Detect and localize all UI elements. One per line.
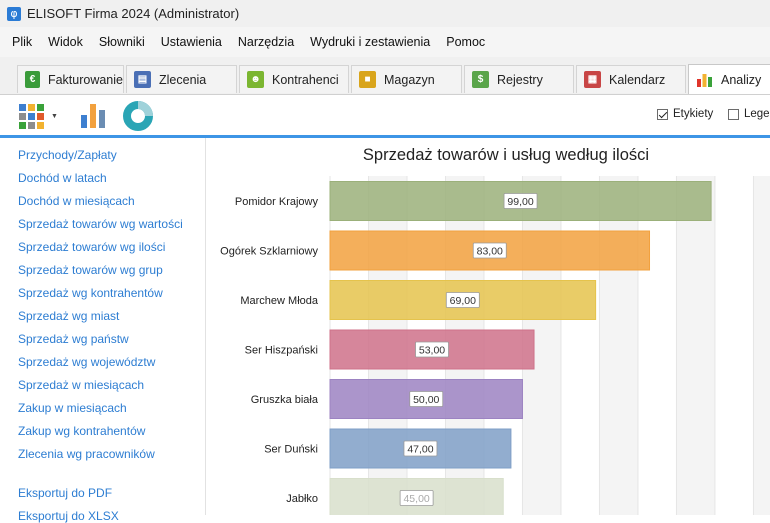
donut-chart-icon [123, 101, 153, 131]
report-link[interactable]: Sprzedaż towarów wg ilości [18, 240, 165, 254]
documents-icon: ▤ [134, 71, 151, 88]
labels-checkbox[interactable] [657, 108, 668, 120]
report-link[interactable]: Zakup w miesiącach [18, 401, 127, 415]
category-label: Ogórek Szklarniowy [220, 246, 318, 258]
analysis-toolbar: ▼ [0, 95, 770, 135]
title-bar: φ ELISOFT Firma 2024 (Administrator) [0, 0, 770, 27]
bar-chart-button[interactable] [80, 101, 108, 129]
bar-chart: Pomidor Krajowy 99,00 Ogórek Szklarniowy 83… [220, 176, 770, 515]
data-label: 53,00 [419, 345, 445, 357]
category-label: Pomidor Krajowy [235, 196, 319, 208]
report-link[interactable]: Sprzedaż towarów wg wartości [18, 217, 183, 231]
report-link[interactable]: Dochód w latach [18, 171, 107, 185]
report-link[interactable]: Sprzedaż wg kontrahentów [18, 286, 163, 300]
category-label: Gruszka biała [251, 394, 319, 406]
module-tabs: € Fakturowanie ▤ Zlecenia ☻ Kontrahenci … [0, 57, 770, 95]
report-link[interactable]: Zakup wg kontrahentów [18, 424, 145, 438]
legend-checkbox[interactable] [728, 108, 739, 120]
labels-toggle[interactable]: Etykiety [657, 108, 713, 120]
report-link[interactable]: Sprzedaż wg miast [18, 309, 119, 323]
menu-file[interactable]: Plik [0, 35, 40, 49]
report-link[interactable]: Przychody/Zapłaty [18, 148, 117, 162]
legend-checkbox-label: Legenda [744, 108, 770, 120]
labels-checkbox-label: Etykiety [673, 108, 714, 120]
report-link[interactable]: Sprzedaż wg województw [18, 355, 155, 369]
tiles-view-icon [19, 104, 44, 129]
window-title: ELISOFT Firma 2024 (Administrator) [27, 6, 240, 21]
data-label: 83,00 [477, 246, 503, 258]
data-label: 50,00 [413, 394, 439, 406]
app-logo-icon: φ [7, 6, 21, 21]
report-link[interactable]: Sprzedaż towarów wg grup [18, 263, 163, 277]
tab-label: Rejestry [497, 72, 543, 87]
data-label: 69,00 [450, 295, 476, 307]
menu-reports[interactable]: Wydruki i zestawienia [302, 35, 438, 49]
grid-band [599, 176, 638, 515]
category-label: Ser Hiszpański [245, 345, 318, 357]
tab-warehouse[interactable]: ■ Magazyn [351, 65, 462, 93]
export-pdf-link[interactable]: Eksportuj do PDF [18, 486, 112, 500]
tiles-view-button[interactable]: ▼ [18, 103, 62, 129]
menu-help[interactable]: Pomoc [438, 35, 493, 49]
donut-chart-button[interactable] [122, 100, 154, 132]
chart-panel: Sprzedaż towarów i usług według ilości P… [206, 138, 770, 515]
report-link[interactable]: Sprzedaż w miesiącach [18, 378, 144, 392]
bar-chart-icon [81, 104, 105, 128]
boxes-icon: ■ [359, 71, 376, 88]
calendar-icon: ▦ [584, 71, 601, 88]
data-label: 45,00 [403, 493, 429, 505]
grid-band [676, 176, 715, 515]
legend-toggle[interactable]: Legenda [728, 108, 770, 120]
tab-label: Fakturowanie [47, 72, 123, 87]
menu-dictionaries[interactable]: Słowniki [91, 35, 153, 49]
tab-label: Magazyn [384, 72, 435, 87]
category-label: Ser Duński [264, 444, 318, 456]
category-label: Jabłko [286, 493, 318, 505]
menu-tools[interactable]: Narzędzia [230, 35, 302, 49]
report-link[interactable]: Zlecenia wg pracowników [18, 447, 155, 461]
people-icon: ☻ [247, 71, 264, 88]
tab-analyses[interactable]: Analizy [688, 64, 770, 94]
menu-bar: Plik Widok Słowniki Ustawienia Narzędzia… [0, 27, 770, 57]
tab-registers[interactable]: $ Rejestry [464, 65, 574, 93]
data-label: 99,00 [507, 196, 533, 208]
chevron-down-icon: ▼ [51, 112, 58, 120]
report-link[interactable]: Sprzedaż wg państw [18, 332, 129, 346]
tab-calendar[interactable]: ▦ Kalendarz [576, 65, 686, 93]
report-list-panel: Przychody/Zapłaty Dochód w latach Dochód… [0, 138, 206, 523]
data-label: 47,00 [407, 444, 433, 456]
tab-label: Kontrahenci [272, 72, 339, 87]
register-icon: $ [472, 71, 489, 88]
category-label: Marchew Młoda [240, 295, 319, 307]
report-link[interactable]: Dochód w miesiącach [18, 194, 135, 208]
euro-icon: € [25, 71, 40, 88]
menu-view[interactable]: Widok [40, 35, 91, 49]
grid-band [753, 176, 770, 515]
tab-orders[interactable]: ▤ Zlecenia [126, 65, 237, 93]
tab-contractors[interactable]: ☻ Kontrahenci [239, 65, 349, 93]
export-xlsx-link[interactable]: Eksportuj do XLSX [18, 509, 119, 523]
bar-chart-icon [696, 71, 713, 88]
tab-label: Analizy [721, 72, 762, 87]
menu-settings[interactable]: Ustawienia [153, 35, 230, 49]
tab-label: Zlecenia [159, 72, 207, 87]
tab-invoicing[interactable]: € Fakturowanie [17, 65, 124, 93]
tab-label: Kalendarz [609, 72, 666, 87]
